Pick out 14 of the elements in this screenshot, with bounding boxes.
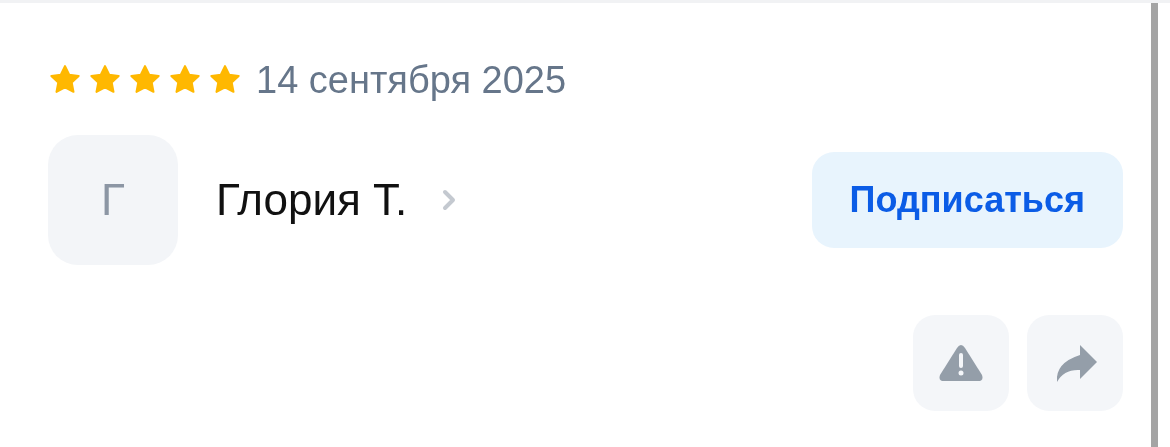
- share-button[interactable]: [1027, 315, 1123, 411]
- author-name[interactable]: Глория Т.: [216, 175, 408, 225]
- avatar: Г: [48, 135, 178, 265]
- chevron-right-icon[interactable]: [441, 188, 458, 212]
- star-icon: [128, 64, 162, 96]
- subscribe-button[interactable]: Подписаться: [811, 152, 1123, 248]
- scrollbar[interactable]: [1151, 3, 1158, 447]
- report-button[interactable]: [913, 315, 1009, 411]
- star-icon: [168, 64, 202, 96]
- review-date: 14 сентября 2025: [256, 58, 567, 102]
- star-icon: [48, 64, 82, 96]
- star-icon: [88, 64, 122, 96]
- warning-icon: [938, 343, 984, 383]
- star-icon: [208, 64, 242, 96]
